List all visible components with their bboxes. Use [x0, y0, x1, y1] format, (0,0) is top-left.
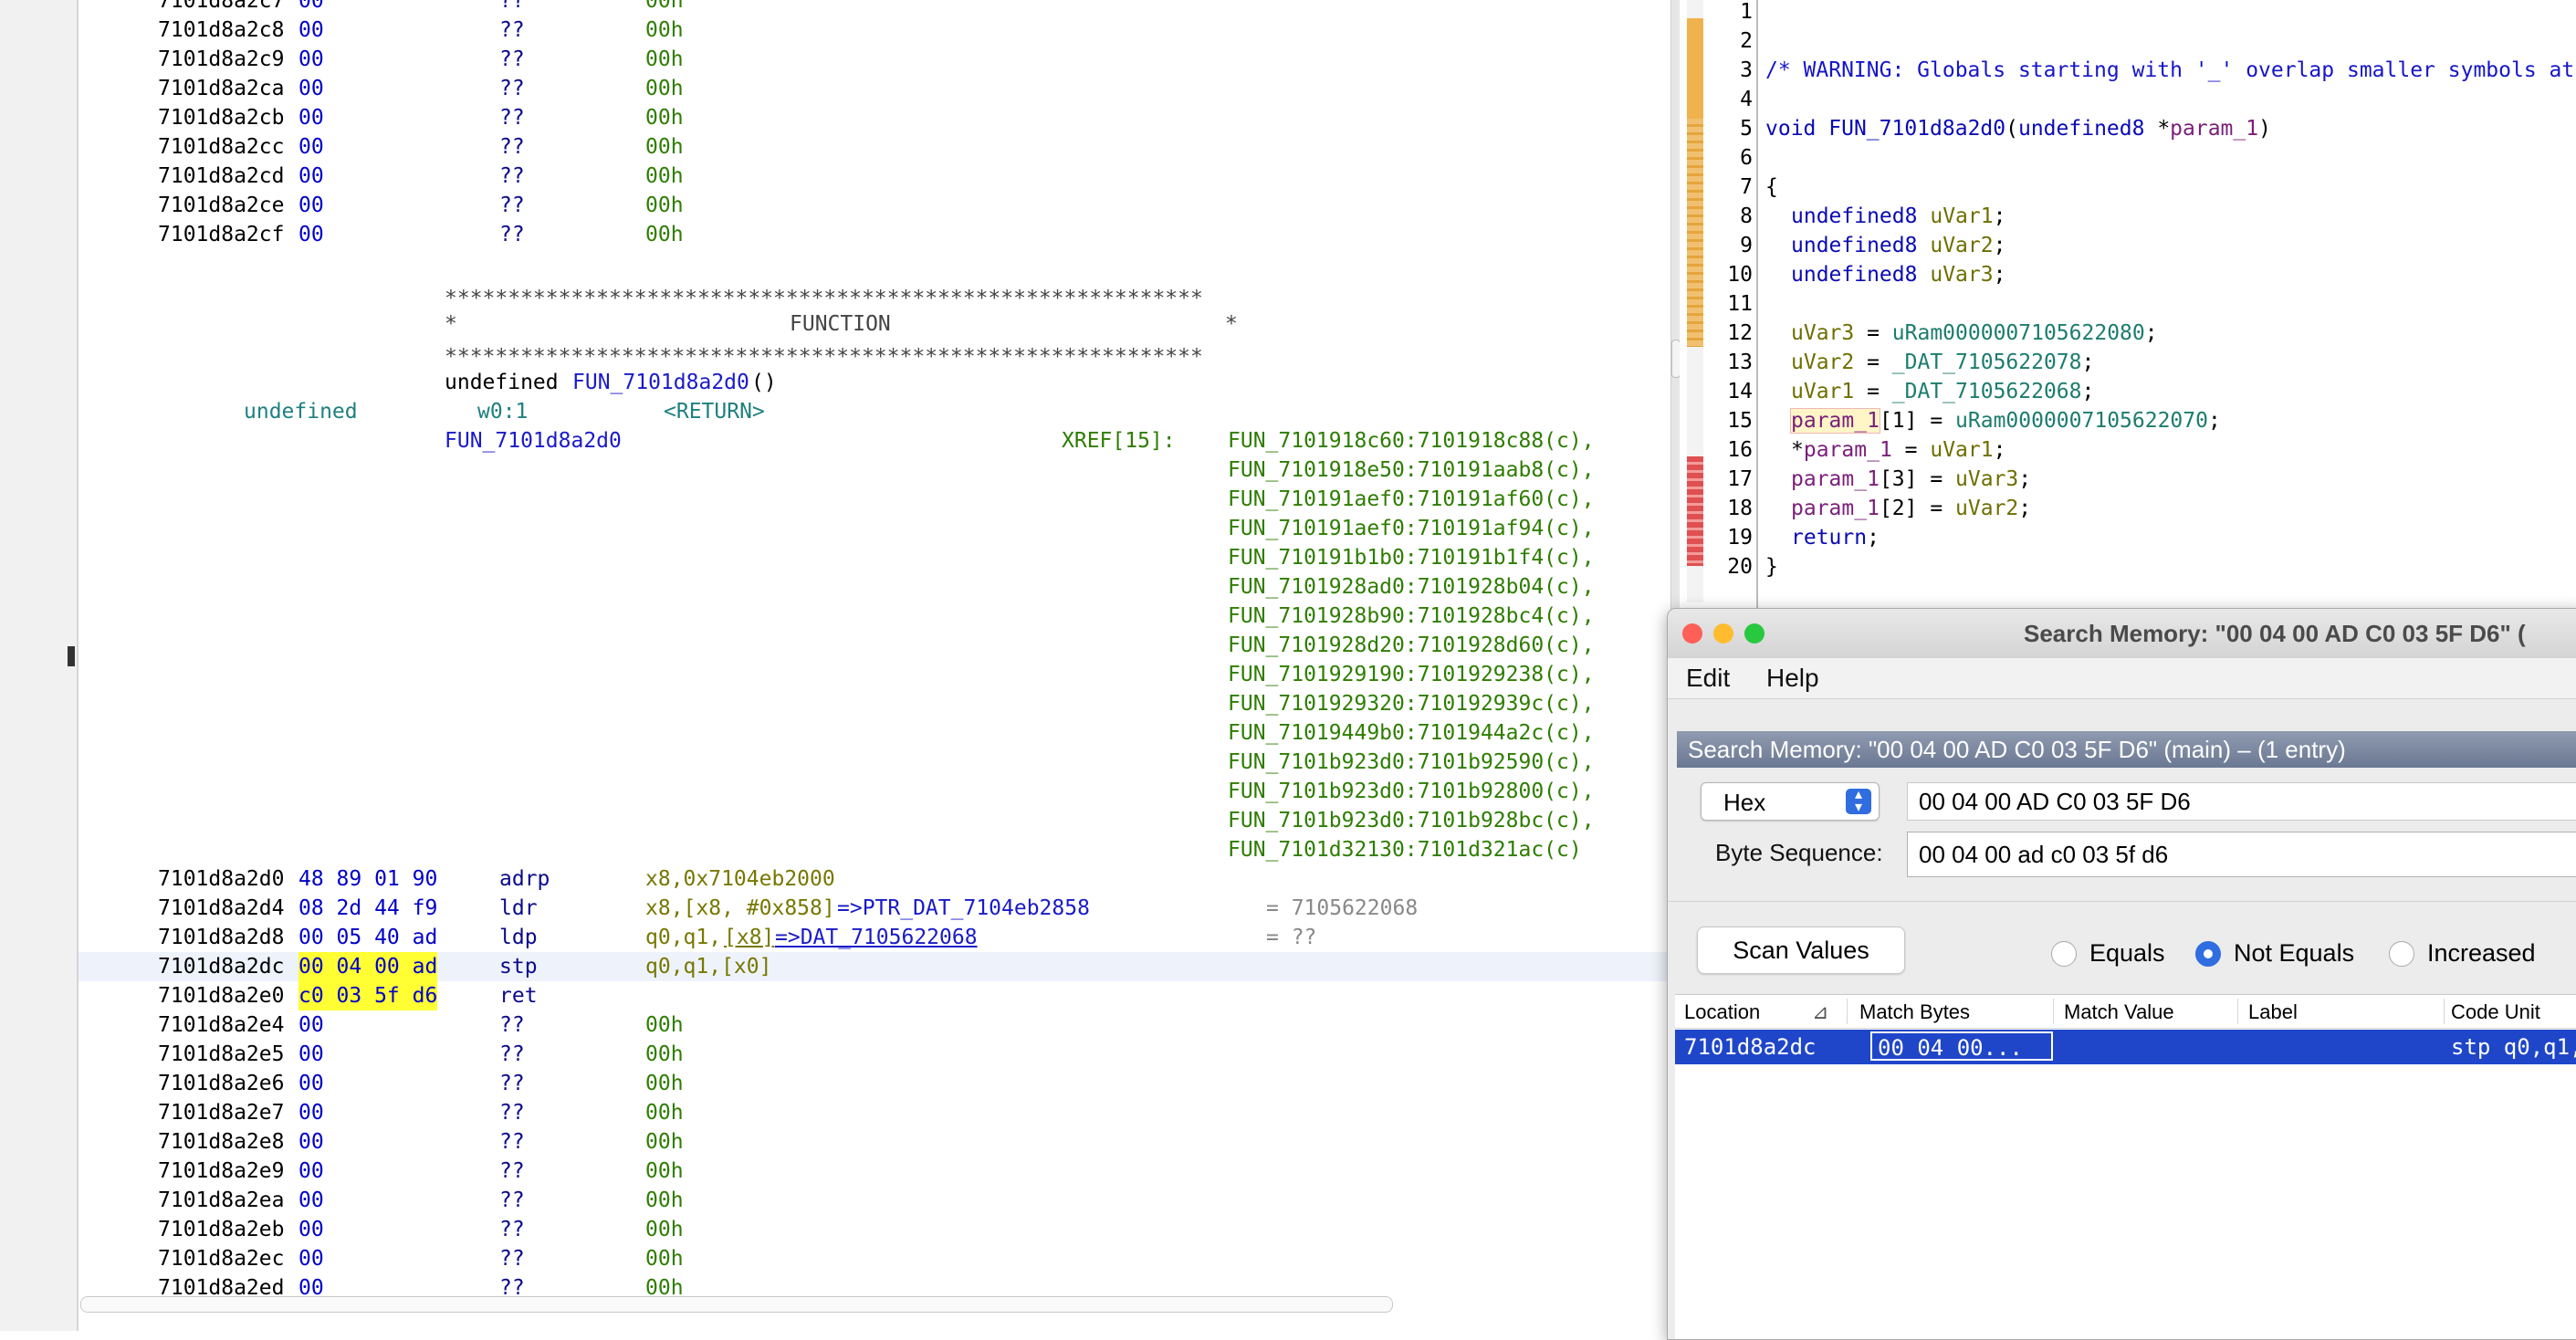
function-label-row[interactable]: FUN_7101d8a2d0 XREF[15]: — [0, 426, 1176, 455]
cell-code-unit: stp q0,q1, — [2451, 1034, 2576, 1060]
byte-sequence-field: 00 04 00 ad c0 03 5f d6 — [1907, 832, 2576, 877]
code-line-11[interactable]: uVar3 = uRam0000007105622080; — [1680, 289, 2158, 345]
code-line-15[interactable]: *param_1 = uVar1; — [1680, 406, 2005, 462]
listing-panel[interactable]: 7101d8a2c7 00?? 00h 7101d8a2c8 00?? 00h 7101d8… — [0, 0, 1670, 1331]
table-header: Location ⊿ Match Bytes Match Value Label… — [1675, 995, 2576, 1029]
maximize-window-button[interactable] — [1744, 623, 1764, 644]
dat-reference: =>DAT_7105622068 — [775, 926, 978, 949]
minimize-window-button[interactable] — [1713, 623, 1733, 644]
code-line-14[interactable]: param_1[1] = uRam0000007105622070; — [1680, 377, 2221, 434]
cell-location: 7101d8a2dc — [1684, 1034, 1817, 1060]
code-line-2[interactable]: /* WARNING: Globals starting with '_' ov… — [1680, 26, 2574, 82]
close-window-button[interactable] — [1682, 623, 1702, 644]
instruction-row[interactable]: 7101d8a2d4 08 2d 44 f9 ldr x8,[x8, #0x85… — [0, 894, 1418, 923]
warning-comment: /* WARNING: Globals starting with '_' ov… — [1765, 58, 2575, 82]
line-number: 1 — [1740, 0, 1753, 24]
function-header-label-row: * FUNCTION * — [0, 309, 1238, 339]
gutter-marker — [68, 646, 75, 666]
code-line-7[interactable]: undefined8 uVar1; — [1680, 173, 2005, 228]
decomp-function-name: FUN_7101d8a2d0 — [1828, 117, 2006, 141]
function-label: FUN_7101d8a2d0 — [445, 429, 622, 453]
instruction-row[interactable]: 7101d8a2e0 c0 03 5f d6 ret — [0, 981, 538, 1010]
function-signature-name: FUN_7101d8a2d0 — [572, 371, 749, 394]
radio-circle-icon — [2195, 941, 2221, 967]
ptr-reference: =>PTR_DAT_7104eb2858 — [837, 896, 1090, 920]
results-table[interactable]: Location ⊿ Match Bytes Match Value Label… — [1675, 994, 2576, 1339]
column-header-match-value[interactable]: Match Value — [2064, 1000, 2174, 1024]
menu-bar: Edit Help — [1668, 658, 2576, 699]
instruction-row[interactable]: 7101d8a2d0 48 89 01 90 adrp x8,0x7104eb2… — [0, 864, 835, 894]
listing-horizontal-scrollbar[interactable] — [80, 1296, 1393, 1313]
scan-values-button[interactable]: Scan Values — [1697, 926, 1905, 974]
code-line-9[interactable]: undefined8 uVar3; — [1680, 231, 2005, 287]
window-title: Search Memory: "00 04 00 AD C0 03 5F D6"… — [2024, 620, 2526, 647]
cell-match-bytes[interactable]: 00 04 00... — [1870, 1031, 2053, 1061]
column-header-label[interactable]: Label — [2248, 1000, 2298, 1024]
code-line-8[interactable]: undefined8 uVar2; — [1680, 202, 2005, 257]
return-row: undefined w0:1 <RETURN> — [244, 400, 765, 424]
menu-edit[interactable]: Edit — [1686, 664, 1730, 693]
divider — [1668, 901, 2576, 902]
column-header-code-unit[interactable]: Code Unit — [2451, 1000, 2540, 1024]
format-select-value: Hex — [1723, 789, 1766, 816]
table-row[interactable]: 7101d8a2dc 00 04 00... stp q0,q1, — [1675, 1030, 2576, 1064]
radio-circle-icon — [2051, 941, 2077, 967]
byte-sequence-label: Byte Sequence: — [1715, 839, 1883, 866]
code-line-4[interactable]: void FUN_7101d8a2d0(undefined8 *param_1) — [1680, 85, 2271, 141]
format-select[interactable]: Hex ▴ ▾ — [1701, 782, 1880, 821]
search-results-header: Search Memory: "00 04 00 AD C0 03 5F D6"… — [1677, 731, 2576, 768]
instruction-row[interactable]: 7101d8a2d8 00 05 40 ad ldp q0,q1, [x8] =… — [0, 923, 1316, 952]
code-line-6[interactable]: { — [1680, 143, 1778, 199]
function-signature[interactable]: undefined FUN_7101d8a2d0 () — [0, 368, 777, 397]
sort-icon[interactable]: ⊿ — [1812, 1000, 1828, 1024]
function-header-label: FUNCTION — [790, 312, 891, 336]
code-line-13[interactable]: uVar1 = _DAT_7105622068; — [1680, 348, 2094, 403]
code-line-12[interactable]: uVar2 = _DAT_7105622078; — [1680, 319, 2094, 374]
column-header-match-bytes[interactable]: Match Bytes — [1859, 1000, 1970, 1024]
column-header-location[interactable]: Location — [1684, 1000, 1760, 1024]
xref-label: XREF[15]: — [1062, 429, 1176, 453]
code-line-16[interactable]: param_1[3] = uVar3; — [1680, 435, 2031, 491]
window-titlebar[interactable]: Search Memory: "00 04 00 AD C0 03 5F D6"… — [1668, 609, 2576, 659]
instruction-row-selected[interactable]: 7101d8a2dc 00 04 00 ad stp q0,q1,[x0] — [0, 952, 771, 981]
radio-circle-icon — [2389, 941, 2414, 967]
code-line-19[interactable]: } — [1680, 523, 1778, 579]
menu-help[interactable]: Help — [1766, 664, 1819, 693]
highlighted-param: param_1 — [1790, 408, 1880, 434]
updown-chevron-icon: ▴ ▾ — [1846, 788, 1871, 815]
code-line-17[interactable]: param_1[2] = uVar2; — [1680, 465, 2031, 520]
search-value-input[interactable]: 00 04 00 AD C0 03 5F D6 — [1907, 782, 2576, 821]
code-line-18[interactable]: return; — [1680, 494, 1880, 550]
search-memory-window[interactable]: Search Memory: "00 04 00 AD C0 03 5F D6"… — [1667, 608, 2576, 1340]
